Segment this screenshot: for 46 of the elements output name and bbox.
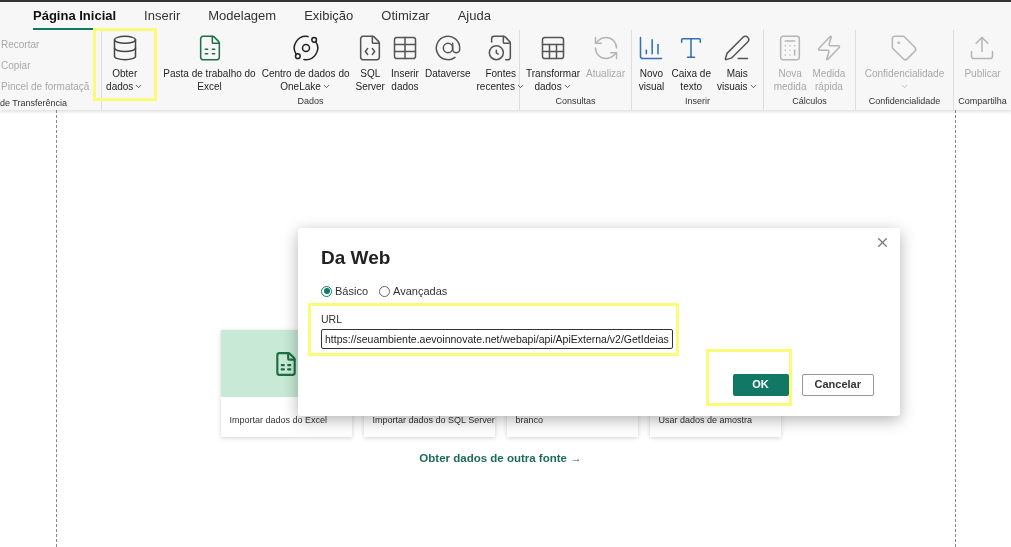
group-label: Confidencialidade (868, 94, 941, 108)
ribbon-button[interactable]: Transformar dados (524, 30, 583, 93)
caret-icon (900, 82, 909, 91)
ribbon-tab[interactable]: Inserir (144, 5, 181, 30)
ribbon-button[interactable]: SQL Server (353, 30, 387, 93)
ribbon-button[interactable]: Novo visual (635, 30, 668, 93)
ribbon-button[interactable]: Dataverse (422, 30, 473, 80)
card-label: Usar dados de amostra (657, 414, 754, 427)
field-label: URL (321, 311, 343, 327)
close-icon (875, 235, 890, 250)
radio-option[interactable]: Básico (321, 283, 369, 300)
cancel-button[interactable]: Cancelar (801, 373, 874, 396)
ribbon-button[interactable]: Pasta de trabalho do Excel (161, 30, 258, 93)
orbit-icon (291, 34, 320, 62)
caret-icon (748, 82, 758, 91)
tag-icon (890, 34, 919, 62)
group-label: Cálculos (792, 94, 827, 108)
ribbon-button[interactable]: Inserir dados (388, 30, 421, 93)
ribbon-button[interactable]: Obter dados (104, 30, 146, 93)
group-label: Consultas (555, 94, 596, 108)
spreadsheet-icon (273, 350, 299, 377)
more-sources-link[interactable]: Obter dados de outra fonte → (419, 450, 582, 468)
ribbon-tab[interactable]: Modelagem (208, 5, 277, 30)
group-label: Inserir (685, 94, 710, 108)
ribbon-button[interactable]: Fontes recentes (474, 30, 527, 93)
ribbon-tab[interactable]: Exibição (304, 5, 354, 30)
radio-option[interactable]: Avançadas (379, 283, 448, 300)
card-label: Importar dados do Excel (228, 414, 329, 427)
card-label: branco (514, 414, 545, 427)
dialog-title: Da Web (321, 246, 392, 270)
group-label: de Transferência (0, 97, 69, 110)
ribbon-button[interactable]: Caixa de texto (669, 30, 713, 93)
card-label: Importar dados do SQL Server (371, 414, 495, 427)
group-label: Compartilha (958, 94, 1007, 108)
ribbon-button[interactable]: Mais visuais (714, 30, 760, 93)
caret-icon (562, 82, 572, 91)
ribbon-button[interactable]: Centro de dados do OneLake (259, 30, 352, 93)
ribbon-tab[interactable]: Ajuda (457, 5, 491, 30)
caret-icon (515, 82, 525, 91)
caret-icon (134, 82, 144, 91)
caret-icon (321, 82, 331, 91)
pencil-icon (723, 34, 752, 62)
group-label: Dados (297, 94, 324, 108)
ok-button[interactable]: OK (732, 373, 789, 396)
url-field[interactable]: https://seuambiente.aevoinnovate.net/webapi/api/ApiExterna/v2/GetIdeias (321, 329, 673, 350)
ribbon-tab[interactable]: Otimizar (381, 5, 430, 30)
